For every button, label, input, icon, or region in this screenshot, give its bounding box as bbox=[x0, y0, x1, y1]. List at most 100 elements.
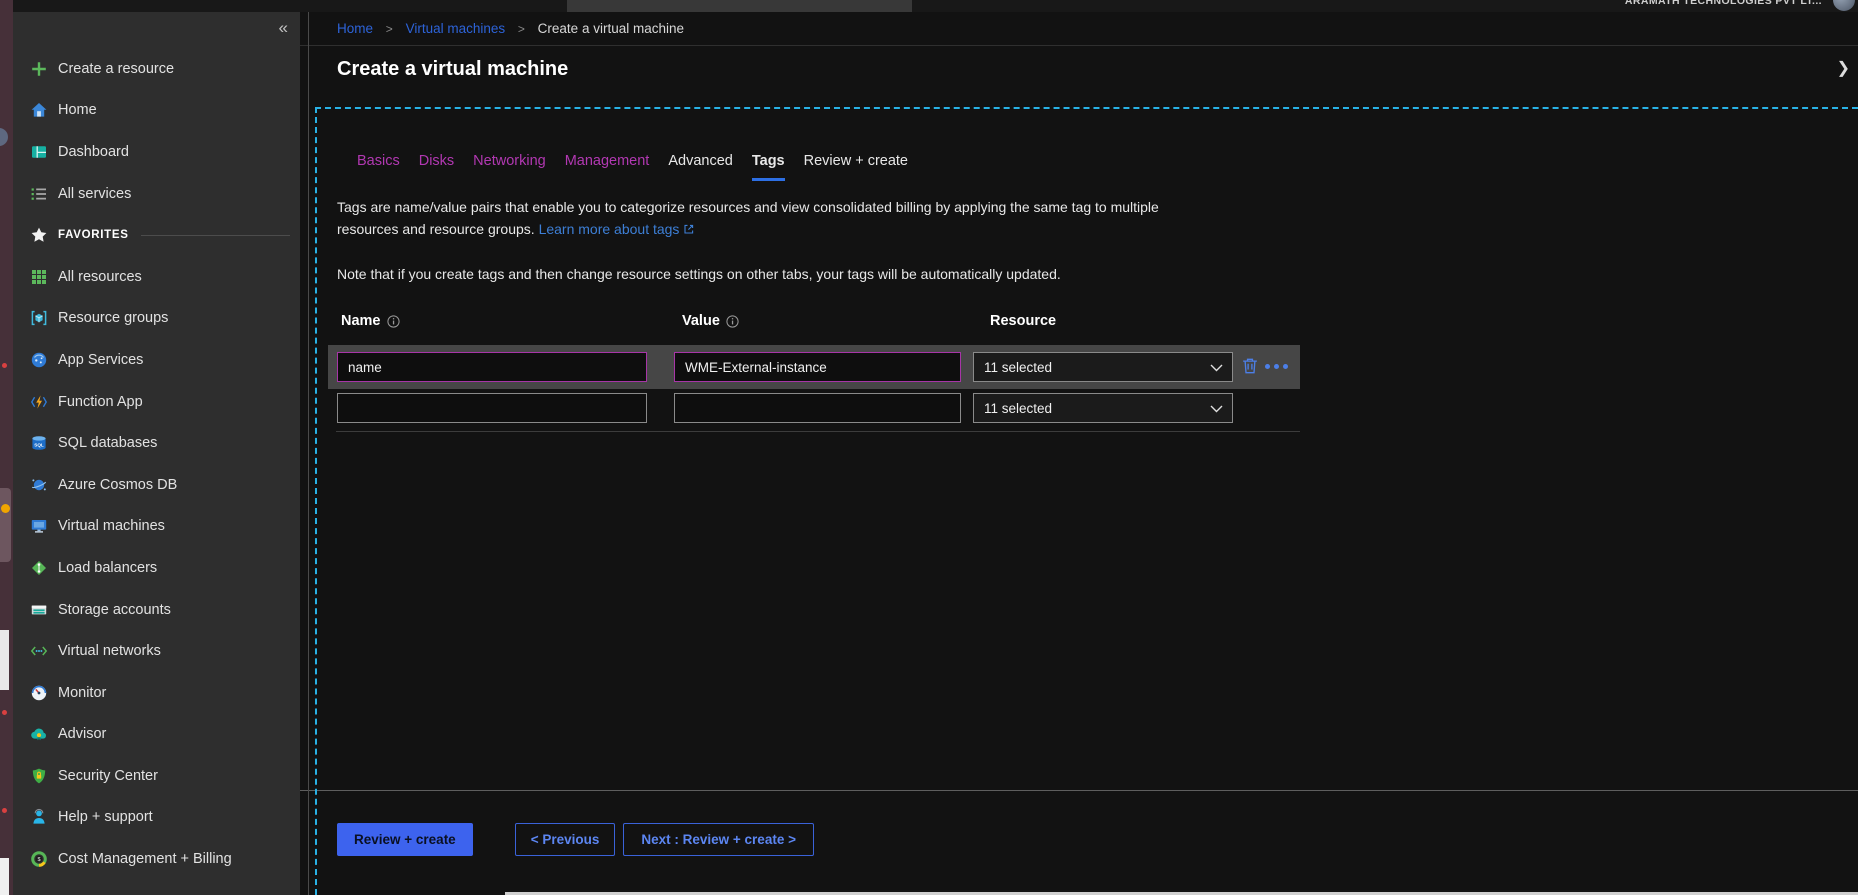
sidebar-item-label: Security Center bbox=[58, 768, 158, 784]
sidebar-item-cost-management-billing[interactable]: $ Cost Management + Billing bbox=[13, 838, 300, 880]
svg-text:SQL: SQL bbox=[34, 443, 44, 448]
sidebar-item-advisor[interactable]: Advisor bbox=[13, 714, 300, 756]
external-link-icon bbox=[683, 223, 695, 235]
app-services-icon bbox=[30, 351, 48, 369]
dock-notification-dot bbox=[2, 808, 7, 813]
sidebar-item-label: All resources bbox=[58, 269, 142, 285]
storage-account-icon bbox=[30, 601, 48, 619]
next-button[interactable]: Next : Review + create > bbox=[623, 823, 814, 856]
virtual-network-icon bbox=[30, 642, 48, 660]
info-icon[interactable] bbox=[387, 315, 400, 328]
portal-sidebar: « Create a resource Home Dashboard All s… bbox=[13, 12, 300, 895]
services-list-icon bbox=[30, 185, 48, 203]
sidebar-item-create-a-resource[interactable]: Create a resource bbox=[13, 48, 300, 90]
favorites-divider bbox=[141, 235, 290, 236]
tab-disks[interactable]: Disks bbox=[419, 153, 454, 181]
sidebar-item-monitor[interactable]: Monitor bbox=[13, 672, 300, 714]
function-app-icon bbox=[30, 393, 48, 411]
tab-review-create[interactable]: Review + create bbox=[804, 153, 908, 181]
svg-text:$: $ bbox=[37, 857, 40, 863]
wizard-tabs: Basics Disks Networking Management Advan… bbox=[357, 153, 908, 181]
dock-window-thumbnail[interactable] bbox=[0, 630, 9, 690]
dock-notification-dot bbox=[2, 710, 7, 715]
breadcrumb-home-link[interactable]: Home bbox=[337, 21, 373, 36]
azure-portal-window: ARAMATH TECHNOLOGIES PVT LT... « Create … bbox=[0, 0, 1858, 895]
resource-dropdown[interactable]: 11 selected bbox=[973, 352, 1233, 382]
table-bottom-divider bbox=[336, 431, 1300, 432]
sidebar-item-security-center[interactable]: Security Center bbox=[13, 755, 300, 797]
account-avatar[interactable] bbox=[1833, 0, 1855, 11]
page-title: Create a virtual machine bbox=[337, 57, 568, 81]
sidebar-item-sql-databases[interactable]: SQL SQL databases bbox=[13, 422, 300, 464]
breadcrumb-separator: > bbox=[386, 22, 393, 36]
sidebar-item-virtual-networks[interactable]: Virtual networks bbox=[13, 630, 300, 672]
sidebar-item-label: Resource groups bbox=[58, 310, 168, 326]
sidebar-item-all-resources[interactable]: All resources bbox=[13, 256, 300, 298]
account-tenant-label[interactable]: ARAMATH TECHNOLOGIES PVT LT... bbox=[1625, 0, 1822, 7]
sidebar-item-azure-cosmos-db[interactable]: Azure Cosmos DB bbox=[13, 464, 300, 506]
delete-row-icon[interactable] bbox=[1240, 356, 1260, 376]
tab-advanced[interactable]: Advanced bbox=[668, 153, 733, 181]
dot bbox=[1274, 364, 1279, 369]
breadcrumb-virtual-machines-link[interactable]: Virtual machines bbox=[406, 21, 506, 36]
dock-notification-dot bbox=[2, 363, 7, 368]
sidebar-item-storage-accounts[interactable]: Storage accounts bbox=[13, 589, 300, 631]
help-support-icon bbox=[30, 808, 48, 826]
create-vm-blade: Home > Virtual machines > Create a virtu… bbox=[300, 12, 1858, 895]
tag-value-input[interactable] bbox=[674, 352, 961, 382]
column-header-resource: Resource bbox=[990, 312, 1056, 330]
browser-tab-sliver[interactable] bbox=[567, 0, 912, 12]
os-dock-sliver bbox=[0, 0, 13, 895]
sidebar-item-label: Virtual networks bbox=[58, 643, 161, 659]
sidebar-nav: Create a resource Home Dashboard All ser… bbox=[13, 48, 300, 880]
tab-management[interactable]: Management bbox=[565, 153, 650, 181]
footer-divider bbox=[300, 790, 1858, 791]
sidebar-item-label: Function App bbox=[58, 394, 143, 410]
browser-chrome-sliver: ARAMATH TECHNOLOGIES PVT LT... bbox=[13, 0, 1858, 12]
dock-window-thumbnail[interactable] bbox=[0, 858, 9, 895]
column-header-value: Value bbox=[682, 312, 739, 330]
more-options-button[interactable] bbox=[1265, 364, 1288, 369]
tag-name-input-empty[interactable] bbox=[337, 393, 647, 423]
panel-expand-chevron-icon[interactable]: ❯ bbox=[1837, 58, 1850, 78]
sidebar-item-label: Advisor bbox=[58, 726, 106, 742]
info-icon[interactable] bbox=[726, 315, 739, 328]
sql-database-icon: SQL bbox=[30, 434, 48, 452]
sidebar-item-app-services[interactable]: App Services bbox=[13, 339, 300, 381]
dock-app-icon bbox=[0, 128, 8, 146]
tags-description-text: Tags are name/value pairs that enable yo… bbox=[337, 199, 1159, 237]
sidebar-item-label: Cost Management + Billing bbox=[58, 851, 232, 867]
breadcrumb-divider bbox=[300, 45, 1858, 46]
sidebar-item-help-support[interactable]: Help + support bbox=[13, 797, 300, 839]
review-create-button[interactable]: Review + create bbox=[337, 823, 473, 856]
monitor-gauge-icon bbox=[30, 684, 48, 702]
sidebar-item-label: Help + support bbox=[58, 809, 153, 825]
tab-basics[interactable]: Basics bbox=[357, 153, 400, 181]
dock-active-app-tile[interactable] bbox=[0, 488, 11, 562]
tag-value-input-empty[interactable] bbox=[674, 393, 961, 423]
sidebar-item-virtual-machines[interactable]: Virtual machines bbox=[13, 506, 300, 548]
sidebar-item-home[interactable]: Home bbox=[13, 90, 300, 132]
previous-button[interactable]: < Previous bbox=[515, 823, 616, 856]
tab-networking[interactable]: Networking bbox=[473, 153, 546, 181]
chevron-down-icon bbox=[1210, 405, 1223, 413]
sidebar-item-dashboard[interactable]: Dashboard bbox=[13, 131, 300, 173]
sidebar-item-label: Azure Cosmos DB bbox=[58, 477, 177, 493]
sidebar-item-function-app[interactable]: Function App bbox=[13, 381, 300, 423]
tag-name-input[interactable] bbox=[337, 352, 647, 382]
tab-tags[interactable]: Tags bbox=[752, 153, 785, 181]
learn-more-link[interactable]: Learn more about tags bbox=[539, 221, 680, 237]
sidebar-item-resource-groups[interactable]: Resource groups bbox=[13, 298, 300, 340]
breadcrumb: Home > Virtual machines > Create a virtu… bbox=[300, 12, 1858, 45]
sidebar-item-load-balancers[interactable]: Load balancers bbox=[13, 547, 300, 589]
load-balancer-icon bbox=[30, 559, 48, 577]
sidebar-item-label: Load balancers bbox=[58, 560, 157, 576]
column-header-name: Name bbox=[341, 312, 400, 330]
sidebar-item-all-services[interactable]: All services bbox=[13, 173, 300, 215]
sidebar-item-label: App Services bbox=[58, 352, 143, 368]
sidebar-item-label: Home bbox=[58, 102, 97, 118]
sidebar-item-label: Monitor bbox=[58, 685, 106, 701]
resource-dropdown[interactable]: 11 selected bbox=[973, 393, 1233, 423]
resource-dropdown-value: 11 selected bbox=[984, 401, 1052, 416]
sidebar-collapse-button[interactable]: « bbox=[279, 18, 288, 38]
